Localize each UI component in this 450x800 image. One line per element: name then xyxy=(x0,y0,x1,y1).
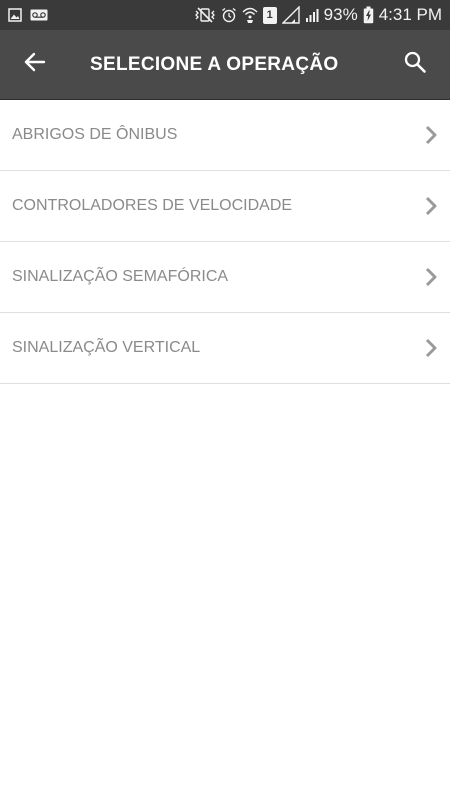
search-icon xyxy=(403,50,427,79)
operation-list: ABRIGOS DE ÔNIBUS CONTROLADORES DE VELOC… xyxy=(0,100,450,384)
image-icon xyxy=(8,8,22,22)
chevron-right-icon xyxy=(424,267,438,287)
list-item-label: CONTROLADORES DE VELOCIDADE xyxy=(12,197,293,214)
list-item-controladores-de-velocidade[interactable]: CONTROLADORES DE VELOCIDADE xyxy=(0,171,450,242)
page-title: SELECIONE A OPERAÇÃO xyxy=(90,53,339,75)
alarm-icon xyxy=(221,7,237,23)
status-bar: 1 93% 4:31 PM xyxy=(0,0,450,30)
battery-percent: 93% xyxy=(323,5,358,24)
signal-roaming-icon xyxy=(305,7,319,23)
sim-slot-label: 1 xyxy=(262,6,277,24)
chevron-right-icon xyxy=(424,125,438,145)
sim-icon: 1 xyxy=(262,6,277,24)
signal-icon xyxy=(281,6,300,24)
chevron-right-icon xyxy=(424,338,438,358)
search-button[interactable] xyxy=(380,30,450,100)
wifi-calling-icon xyxy=(242,6,258,24)
mute-vibrate-icon xyxy=(194,7,216,23)
list-item-label: ABRIGOS DE ÔNIBUS xyxy=(12,126,178,143)
voicemail-icon xyxy=(30,9,48,21)
list-item-label: SINALIZAÇÃO SEMAFÓRICA xyxy=(12,268,229,285)
list-item-abrigos-de-onibus[interactable]: ABRIGOS DE ÔNIBUS xyxy=(0,100,450,171)
arrow-left-icon xyxy=(24,51,46,78)
chevron-right-icon xyxy=(424,196,438,216)
clock: 4:31 PM xyxy=(378,5,442,24)
app-bar: SELECIONE A OPERAÇÃO xyxy=(0,30,450,100)
list-item-sinalizacao-semaforica[interactable]: SINALIZAÇÃO SEMAFÓRICA xyxy=(0,242,450,313)
list-item-label: SINALIZAÇÃO VERTICAL xyxy=(12,339,201,356)
list-item-sinalizacao-vertical[interactable]: SINALIZAÇÃO VERTICAL xyxy=(0,313,450,384)
battery-charging-icon xyxy=(363,6,374,24)
back-button[interactable] xyxy=(0,30,70,100)
